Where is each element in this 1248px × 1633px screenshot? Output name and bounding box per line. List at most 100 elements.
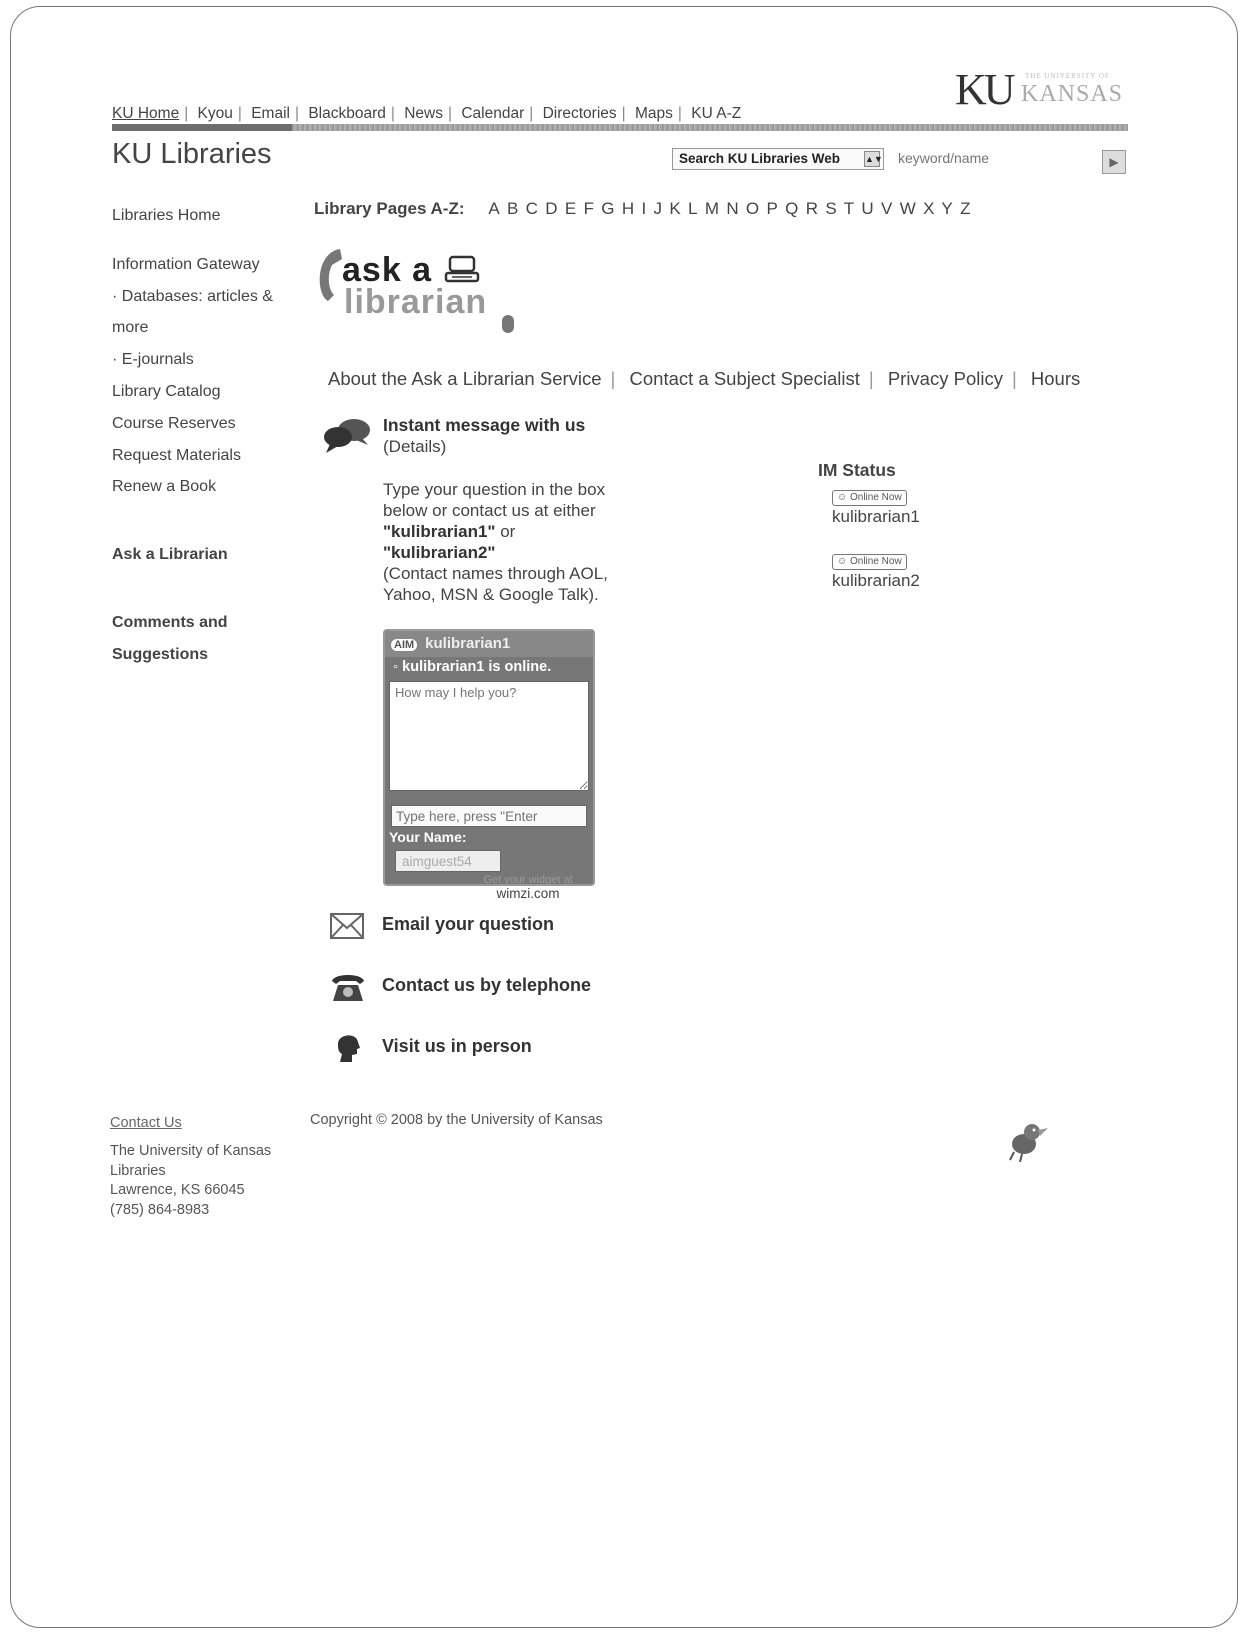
nav-separator: | — [1011, 368, 1017, 389]
sidebar-item-information-gateway[interactable]: Information Gateway — [112, 249, 302, 281]
search-input[interactable] — [898, 146, 1098, 170]
nav-link-ku-home[interactable]: KU Home — [112, 105, 179, 122]
nav-link-email[interactable]: Email — [251, 105, 290, 122]
sidebar-item-course-reserves[interactable]: Course Reserves — [112, 408, 302, 440]
nav-separator: | — [447, 105, 453, 122]
az-letter[interactable]: F — [584, 199, 594, 218]
ask-a-librarian-logo: ask a librarian — [312, 243, 532, 348]
az-letter[interactable]: T — [844, 199, 854, 218]
telephone-method-label: Contact us by telephone — [382, 975, 592, 995]
footer-address-line: The University of Kansas — [110, 1143, 272, 1159]
envelope-icon — [330, 913, 364, 939]
az-letter[interactable]: W — [900, 199, 916, 218]
sidebar-item-suggestions[interactable]: Suggestions — [112, 639, 302, 671]
mouse-icon — [502, 315, 514, 333]
sidebar-item-libraries-home[interactable]: Libraries Home — [112, 200, 302, 232]
nav-link-ku-a-z[interactable]: KU A-Z — [691, 105, 741, 122]
sidebar-item-renew-a-book[interactable]: Renew a Book — [112, 471, 302, 503]
arrow-right-icon: ▶ — [1109, 155, 1119, 169]
im-username-1: "kulibrarian1" — [383, 522, 496, 541]
nav-separator: | — [529, 105, 534, 122]
ku-logo[interactable]: KU THE UNIVERSITY OF KANSAS — [955, 68, 1127, 112]
nav-link-news[interactable]: News — [404, 105, 443, 122]
footer-address: The University of Kansas Libraries Lawre… — [110, 1142, 310, 1220]
az-letter[interactable]: D — [545, 199, 557, 218]
az-letter[interactable]: P — [766, 199, 777, 218]
aim-logo-icon: AIM — [391, 639, 418, 651]
sidebar-item-comments[interactable]: Comments and — [112, 607, 302, 639]
chat-message-input[interactable] — [391, 805, 587, 827]
im-section-title: Instant message with us — [383, 415, 586, 435]
online-status-text: Online Now — [850, 556, 902, 567]
az-letter[interactable]: C — [526, 199, 538, 218]
az-letter[interactable]: Z — [960, 199, 970, 218]
az-letter[interactable]: M — [705, 199, 719, 218]
sidebar-item-library-catalog[interactable]: Library Catalog — [112, 376, 302, 408]
im-username-2: "kulibrarian2" — [383, 543, 496, 562]
az-letter[interactable]: H — [622, 199, 634, 218]
sidebar-item-e-journals[interactable]: · E-journals — [112, 344, 302, 376]
search-go-button[interactable]: ▶ — [1102, 150, 1126, 174]
sidebar-item-databases-more[interactable]: more — [112, 312, 302, 344]
az-letter[interactable]: L — [688, 199, 697, 218]
nav-separator: | — [237, 105, 242, 122]
im-status-title: IM Status — [818, 460, 896, 480]
nav-link-maps[interactable]: Maps — [635, 105, 673, 122]
site-title[interactable]: KU Libraries — [112, 138, 272, 171]
az-letter[interactable]: O — [746, 199, 759, 218]
chat-widget-promo[interactable]: Get your widget at wimzi.com — [458, 873, 598, 901]
chat-online-text: kulibrarian1 is online. — [402, 659, 552, 675]
az-letter[interactable]: B — [507, 199, 518, 218]
az-letter[interactable]: E — [565, 199, 576, 218]
az-letter[interactable]: N — [726, 199, 738, 218]
az-letter[interactable]: Q — [785, 199, 798, 218]
search-scope-select[interactable]: Search KU Libraries Web ▲▼ — [672, 148, 884, 170]
az-letter[interactable]: A — [488, 199, 499, 218]
az-letter[interactable]: Y — [941, 199, 952, 218]
az-letter[interactable]: J — [654, 199, 663, 218]
im-details-link[interactable]: (Details) — [383, 437, 446, 457]
sub-nav-about[interactable]: About the Ask a Librarian Service — [328, 368, 602, 389]
im-desc-line: below or contact us at either — [383, 501, 596, 520]
online-status-text: Online Now — [850, 492, 902, 503]
sidebar-item-request-materials[interactable]: Request Materials — [112, 440, 302, 472]
nav-link-calendar[interactable]: Calendar — [461, 105, 524, 122]
nav-link-blackboard[interactable]: Blackboard — [308, 105, 386, 122]
email-method-label: Email your question — [382, 914, 555, 934]
ask-sub-nav: About the Ask a Librarian Service | Conta… — [328, 368, 1080, 390]
footer-contact-us-link[interactable]: Contact Us — [110, 1115, 182, 1131]
chat-message-area[interactable] — [389, 681, 589, 791]
az-letter[interactable]: V — [881, 199, 892, 218]
sidebar-item-databases[interactable]: · Databases: articles & — [112, 281, 302, 313]
header-divider — [112, 124, 1128, 131]
nav-separator: | — [294, 105, 300, 122]
nav-link-directories[interactable]: Directories — [543, 105, 617, 122]
nav-separator: | — [184, 105, 189, 122]
az-letter[interactable]: R — [806, 199, 818, 218]
chat-promo-text: Get your widget at — [483, 874, 573, 886]
im-desc-line: "kulibrarian2" — [383, 542, 663, 563]
az-letter[interactable]: X — [923, 199, 934, 218]
online-status-badge: ☺ Online Now — [832, 554, 907, 570]
chat-online-status: ◦ kulibrarian1 is online. — [393, 659, 552, 675]
chat-name-label: Your Name: — [389, 829, 467, 845]
az-letter[interactable]: G — [601, 199, 614, 218]
az-letter[interactable]: K — [669, 199, 680, 218]
ku-logo-mark: KU — [955, 65, 1016, 114]
az-letter[interactable]: U — [861, 199, 873, 218]
im-desc-or: or — [495, 522, 516, 541]
sub-nav-hours[interactable]: Hours — [1031, 368, 1080, 389]
sub-nav-privacy-policy[interactable]: Privacy Policy — [888, 368, 1003, 389]
sidebar-item-ask-a-librarian[interactable]: Ask a Librarian — [112, 539, 302, 571]
im-account-name: kulibrarian2 — [832, 571, 920, 590]
sub-nav-subject-specialist[interactable]: Contact a Subject Specialist — [630, 368, 860, 389]
nav-link-kyou[interactable]: Kyou — [198, 105, 233, 122]
im-description: Type your question in the box below or c… — [383, 479, 663, 605]
search-scope-label: Search KU Libraries Web — [679, 151, 841, 166]
im-status-account: ☺ Online Now kulibrarian2 — [832, 551, 920, 591]
im-status-account: ☺ Online Now kulibrarian1 — [832, 487, 920, 527]
computer-icon — [444, 255, 480, 283]
chat-name-field[interactable] — [395, 850, 501, 872]
az-letter[interactable]: S — [825, 199, 836, 218]
az-letter[interactable]: I — [641, 199, 646, 218]
